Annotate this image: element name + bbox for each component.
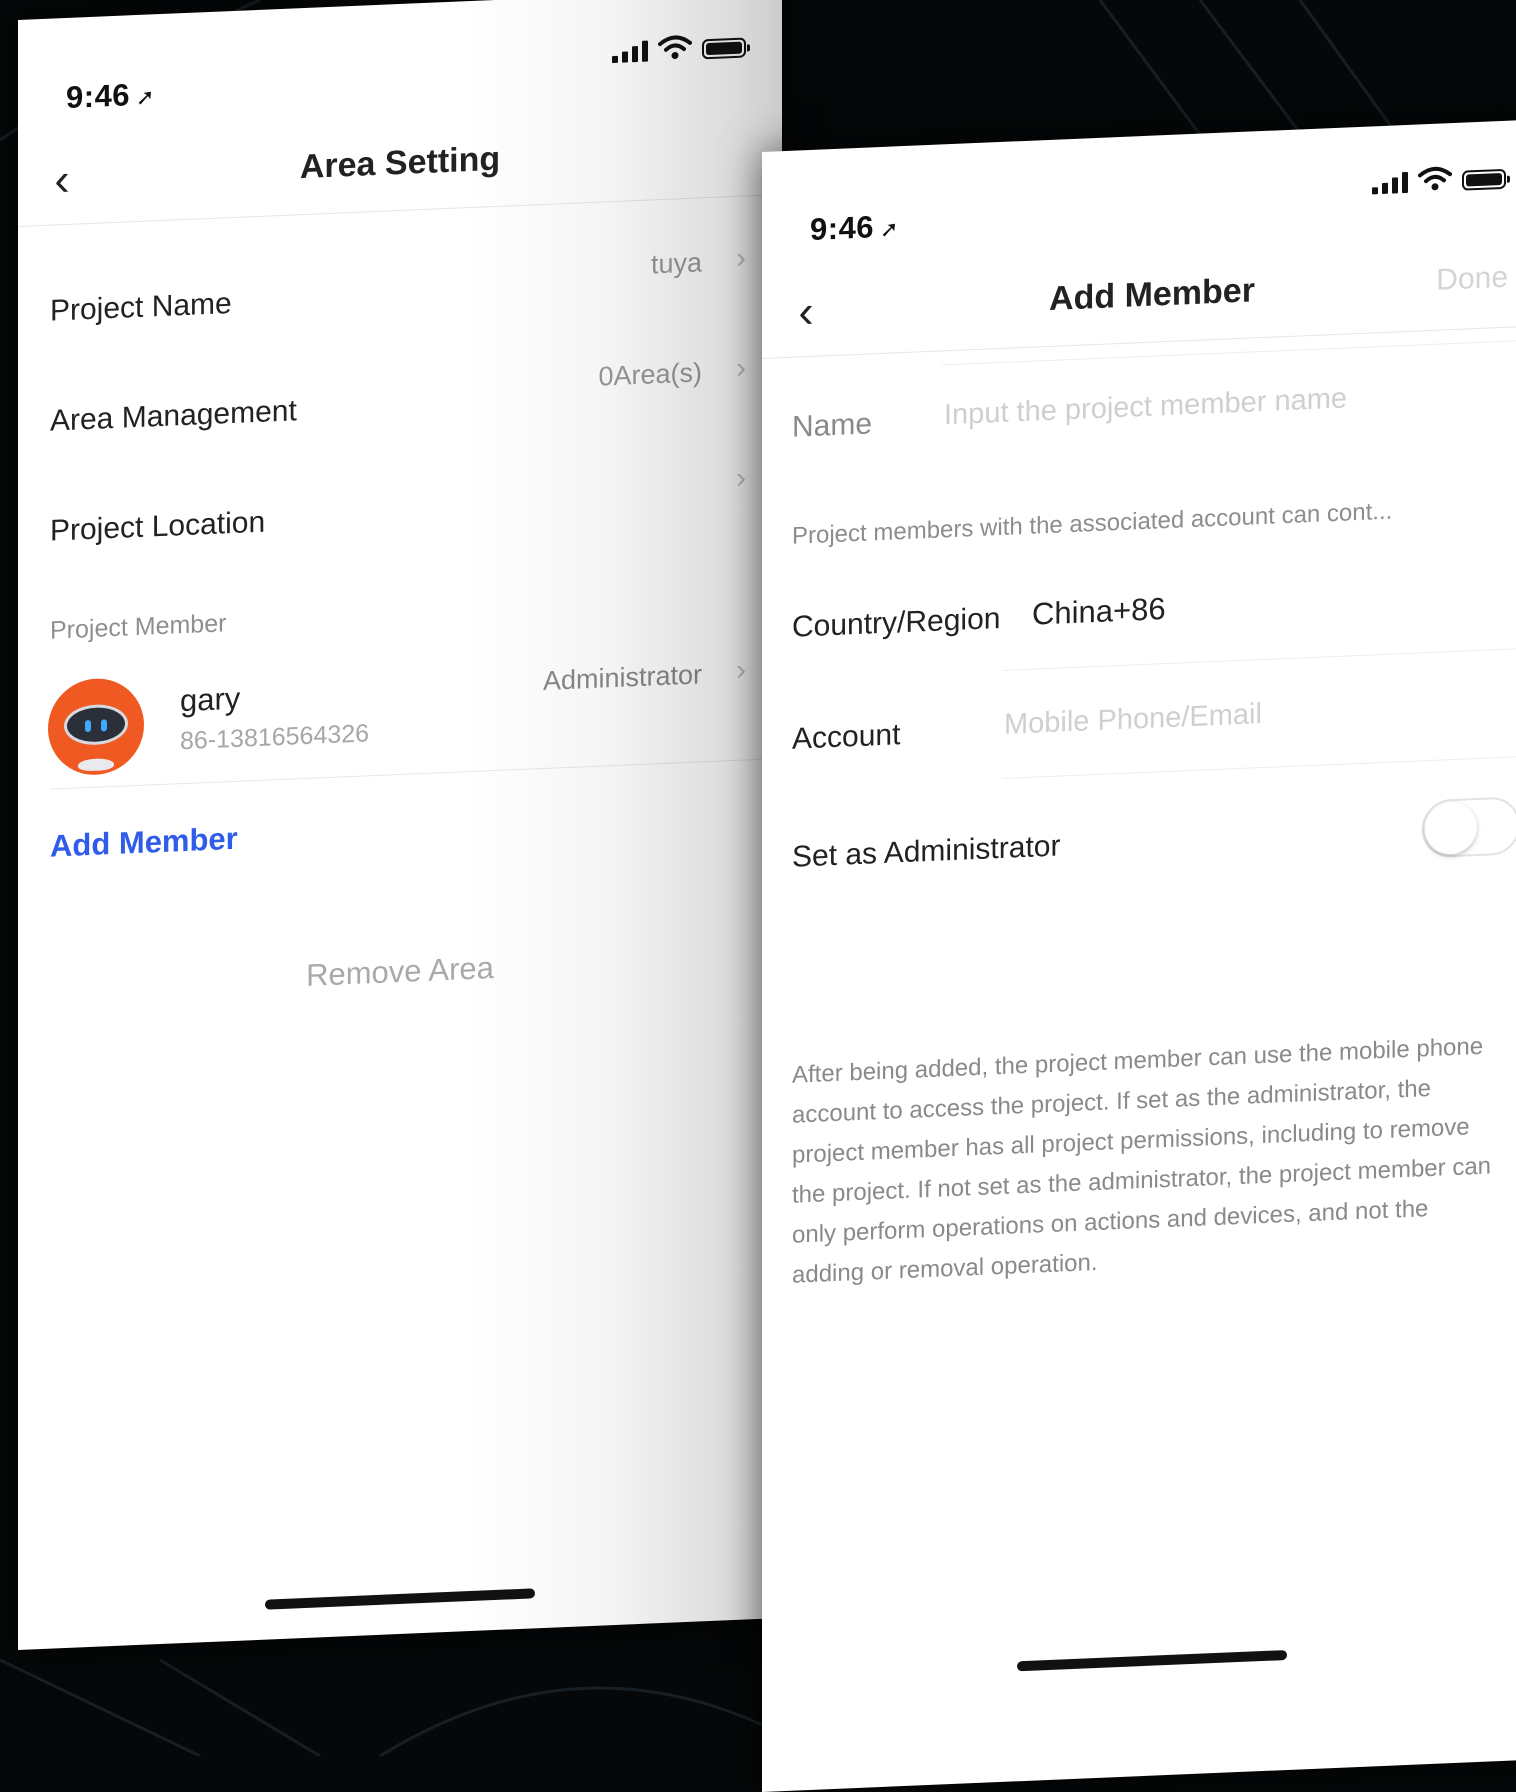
add-member-screen: 9:46➚ ‹ Add Member Done Name Project mem…	[762, 119, 1516, 1792]
section-label-project-member: Project Member	[50, 609, 227, 645]
row-label: Project Location	[50, 505, 266, 548]
avatar	[48, 676, 144, 777]
name-label: Name	[792, 407, 873, 444]
chevron-right-icon: ›	[736, 461, 746, 495]
page-title: Add Member	[1049, 271, 1255, 318]
status-time: 9:46 ➚	[810, 209, 899, 247]
wifi-icon	[658, 35, 692, 59]
system-icons	[612, 31, 746, 64]
member-row[interactable]: gary 86-13816564326 Administrator ›	[18, 636, 782, 788]
row-value: tuya	[650, 247, 702, 280]
status-bar: 9:46 ➚	[18, 0, 782, 130]
chevron-right-icon: ›	[736, 653, 746, 687]
divider	[1002, 755, 1516, 779]
divider	[1002, 647, 1516, 671]
wifi-icon	[1418, 166, 1452, 191]
row-label: Area Management	[50, 394, 297, 438]
associated-account-hint: Project members with the associated acco…	[792, 497, 1393, 550]
area-setting-screen: 9:46 ➚ ‹ Area Setting Project Name tuya ›…	[18, 0, 782, 1651]
page-title: Area Setting	[299, 139, 501, 187]
chevron-right-icon: ›	[736, 351, 746, 385]
member-name: gary	[180, 680, 241, 719]
set-administrator-label: Set as Administrator	[792, 829, 1061, 874]
cellular-signal-icon	[1372, 171, 1408, 195]
navigation-bar: ‹ Area Setting	[18, 107, 782, 227]
administrator-toggle[interactable]	[1422, 796, 1516, 859]
area-management-row[interactable]: Area Management 0Area(s) ›	[18, 326, 782, 458]
member-role: Administrator	[542, 659, 702, 696]
member-phone: 86-13816564326	[180, 719, 370, 756]
home-indicator[interactable]	[1017, 1649, 1287, 1672]
toggle-knob	[1425, 801, 1477, 856]
account-label: Account	[792, 718, 901, 756]
cellular-signal-icon	[612, 40, 648, 64]
country-region-value[interactable]: China+86	[1032, 591, 1166, 633]
done-button[interactable]: Done	[1436, 261, 1508, 298]
project-name-row[interactable]: Project Name tuya ›	[18, 216, 782, 348]
home-indicator[interactable]	[265, 1588, 535, 1610]
administrator-description: After being added, the project member ca…	[792, 1032, 1492, 1289]
remove-area-button[interactable]: Remove Area	[18, 938, 782, 1006]
project-location-row[interactable]: Project Location ›	[18, 436, 782, 568]
system-icons	[1372, 163, 1506, 195]
row-value: 0Area(s)	[598, 357, 702, 392]
name-input[interactable]	[942, 374, 1506, 434]
location-arrow-icon: ➚	[136, 84, 155, 111]
chevron-right-icon: ›	[736, 241, 746, 275]
row-label: Project Name	[50, 287, 232, 328]
battery-icon	[1462, 168, 1506, 191]
status-time: 9:46 ➚	[66, 77, 155, 115]
battery-icon	[702, 37, 746, 60]
location-arrow-icon: ➚	[880, 216, 899, 243]
country-region-label: Country/Region	[792, 602, 1001, 644]
add-member-link[interactable]: Add Member	[50, 821, 238, 865]
account-input[interactable]	[1002, 686, 1506, 743]
